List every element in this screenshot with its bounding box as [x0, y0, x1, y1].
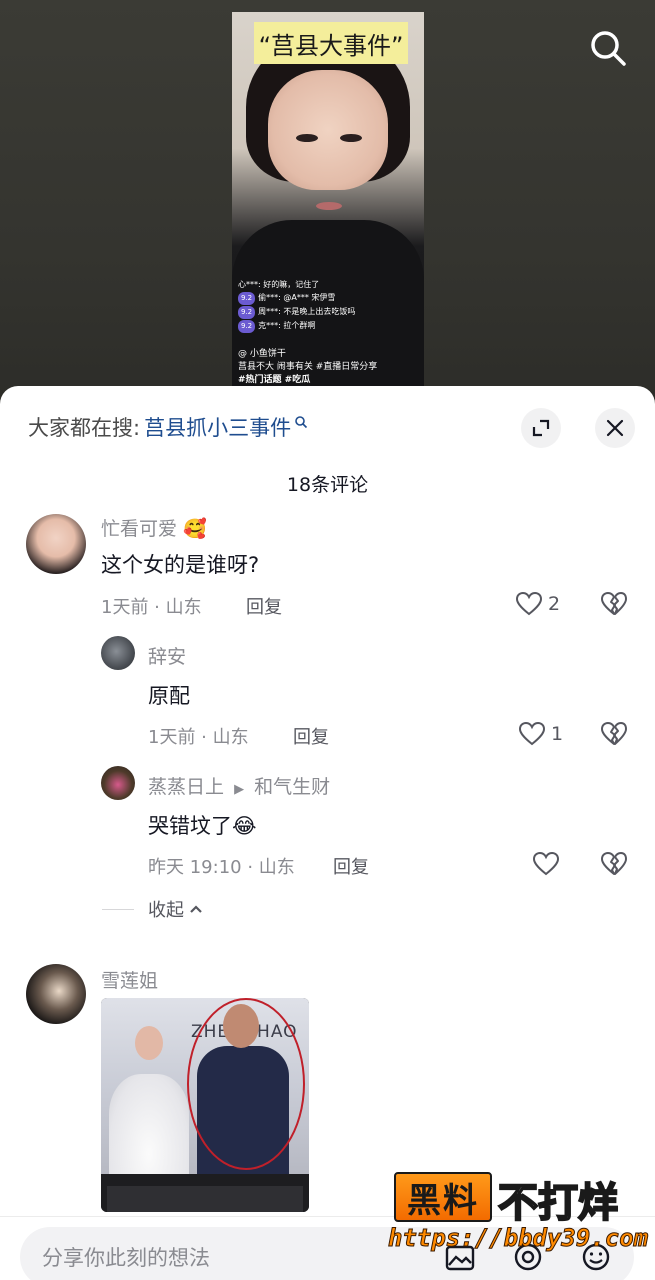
live-comment: 9.2 偷***: @A*** 宋伊雪 — [238, 291, 418, 305]
reply-button[interactable]: 回复 — [293, 723, 329, 749]
laughing-emoji: 😂 — [232, 814, 257, 838]
avatar[interactable] — [101, 766, 135, 800]
search-icon — [295, 416, 308, 429]
photo-bottom-bar — [107, 1186, 303, 1212]
comment-username[interactable]: 雪莲姐 — [101, 966, 158, 993]
reply-to-username[interactable]: 和气生财 — [254, 776, 330, 798]
watermark: 黑料 不打烊 https://bbdy39.com — [386, 1164, 649, 1264]
like-button[interactable]: 1 — [518, 720, 563, 748]
avatar[interactable] — [101, 636, 135, 670]
broken-heart-icon[interactable] — [600, 850, 628, 878]
comment-count: 18条评论 — [286, 474, 369, 496]
comment-text: 这个女的是谁呀? — [101, 553, 260, 577]
comment-text: 原配 — [148, 684, 190, 708]
divider — [102, 908, 134, 910]
heart-icon — [532, 851, 560, 876]
live-comment: 心***: 好的嘛，记住了 — [238, 280, 320, 289]
watermark-url: https://bbdy39.com — [387, 1224, 649, 1253]
comment-text: 哭错坟了😂 — [148, 814, 257, 838]
live-comment: 9.2 克***: 拉个群啊 — [238, 319, 418, 333]
heart-icon — [518, 721, 546, 746]
video-live-comments: 心***: 好的嘛，记住了 9.2 偷***: @A*** 宋伊雪 9.2 周***… — [238, 278, 418, 333]
avatar[interactable] — [26, 514, 86, 574]
watermark-logo-box: 黑料 — [394, 1172, 492, 1222]
like-button[interactable] — [532, 850, 560, 878]
heart-face-emoji: 🥰 — [183, 518, 207, 540]
chevron-up-icon — [190, 905, 202, 913]
photo-bride-head — [135, 1026, 163, 1060]
reply-arrow-icon: ▶ — [234, 782, 245, 797]
collapse-label: 收起 — [148, 900, 184, 921]
comment-sheet: 大家都在搜: 莒县抓小三事件 18条评论 忙看可爱 🥰 这个女的是谁呀? 1天前… — [0, 386, 655, 1280]
video-person-mouth — [316, 202, 342, 210]
reply-button[interactable]: 回复 — [333, 853, 369, 879]
watermark-text: 不打烊 — [497, 1179, 619, 1227]
comment-username[interactable]: 蒸蒸日上 ▶ 和气生财 — [148, 772, 330, 799]
video-caption-text: 莒县不大 闹事有关 #直播日常分享 — [238, 362, 378, 372]
collapse-replies-button[interactable]: 收起 — [102, 896, 204, 922]
video-person-eye — [340, 134, 362, 142]
video-person-face — [268, 70, 388, 190]
broken-heart-icon[interactable] — [600, 720, 628, 748]
comment-meta: 昨天 19:10 · 山东 — [148, 857, 295, 878]
expand-icon — [532, 419, 550, 437]
heart-icon — [515, 591, 543, 616]
close-icon — [606, 419, 624, 437]
like-count: 1 — [551, 723, 564, 745]
comment-image[interactable]: ZHENGHAO — [101, 998, 309, 1212]
search-icon — [591, 31, 626, 66]
video-person-eye — [296, 134, 318, 142]
photo-bride-dress — [109, 1074, 189, 1174]
like-button[interactable]: 2 — [515, 590, 560, 618]
comment-meta: 1天前 · 山东 — [148, 727, 249, 748]
search-suggestion[interactable]: 大家都在搜: 莒县抓小三事件 — [28, 412, 308, 442]
search-button[interactable] — [586, 26, 630, 70]
photo-red-circle-annotation — [187, 998, 305, 1170]
comment-username[interactable]: 辞安 — [148, 642, 186, 669]
expand-button[interactable] — [521, 408, 561, 448]
video-caption: @ 小鱼饼干 莒县不大 闹事有关 #直播日常分享 #热门话题 #吃瓜 — [238, 348, 418, 387]
search-suggestion-label: 大家都在搜: — [28, 416, 141, 440]
live-comment: 9.2 周***: 不是晚上出去吃饭吗 — [238, 305, 418, 319]
video-player[interactable]: “莒县大事件” 心***: 好的嘛，记住了 9.2 偷***: @A*** 宋伊雪… — [232, 12, 424, 402]
broken-heart-icon[interactable] — [600, 590, 628, 618]
close-button[interactable] — [595, 408, 635, 448]
reply-button[interactable]: 回复 — [246, 593, 282, 619]
like-count: 2 — [548, 593, 561, 615]
search-suggestion-keyword[interactable]: 莒县抓小三事件 — [144, 412, 291, 442]
video-title-banner: “莒县大事件” — [254, 22, 408, 64]
comment-meta: 1天前 · 山东 — [101, 597, 202, 618]
comment-username[interactable]: 忙看可爱 🥰 — [101, 514, 207, 541]
avatar[interactable] — [26, 964, 86, 1024]
video-caption-user[interactable]: @ 小鱼饼干 — [238, 348, 418, 361]
